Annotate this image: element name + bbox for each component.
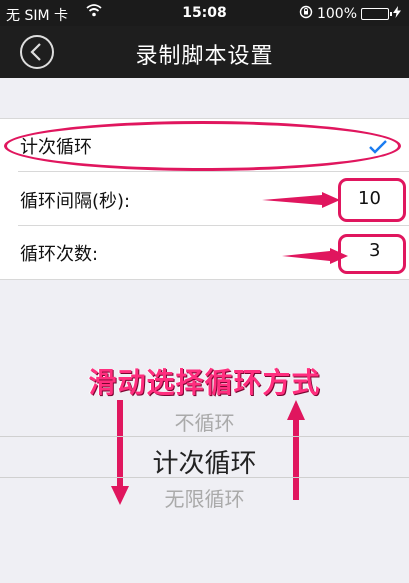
navigation-bar: 录制脚本设置 <box>0 26 409 78</box>
picker-option[interactable]: 不循环 <box>0 407 409 436</box>
orientation-lock-icon <box>299 5 313 23</box>
loop-count-label: 循环次数: <box>20 244 99 265</box>
annotation-ellipse <box>4 121 401 171</box>
battery-percent: 100% <box>316 6 357 22</box>
charging-icon <box>393 6 401 22</box>
annotation-caption: 滑动选择循环方式 <box>88 366 321 399</box>
picker-option-selected[interactable]: 计次循环 <box>0 443 409 480</box>
status-right: 100% <box>299 5 401 23</box>
picker-divider <box>0 436 409 437</box>
picker-option[interactable]: 无限循环 <box>0 483 409 512</box>
page-title: 录制脚本设置 <box>135 44 274 69</box>
picker-divider <box>0 477 409 478</box>
loop-interval-label: 循环间隔(秒): <box>20 191 131 212</box>
status-bar: 无 SIM 卡 15:08 100% <box>0 0 409 26</box>
battery-icon <box>361 8 392 20</box>
annotation-count-box <box>338 234 406 274</box>
annotation-interval-box <box>338 178 406 222</box>
